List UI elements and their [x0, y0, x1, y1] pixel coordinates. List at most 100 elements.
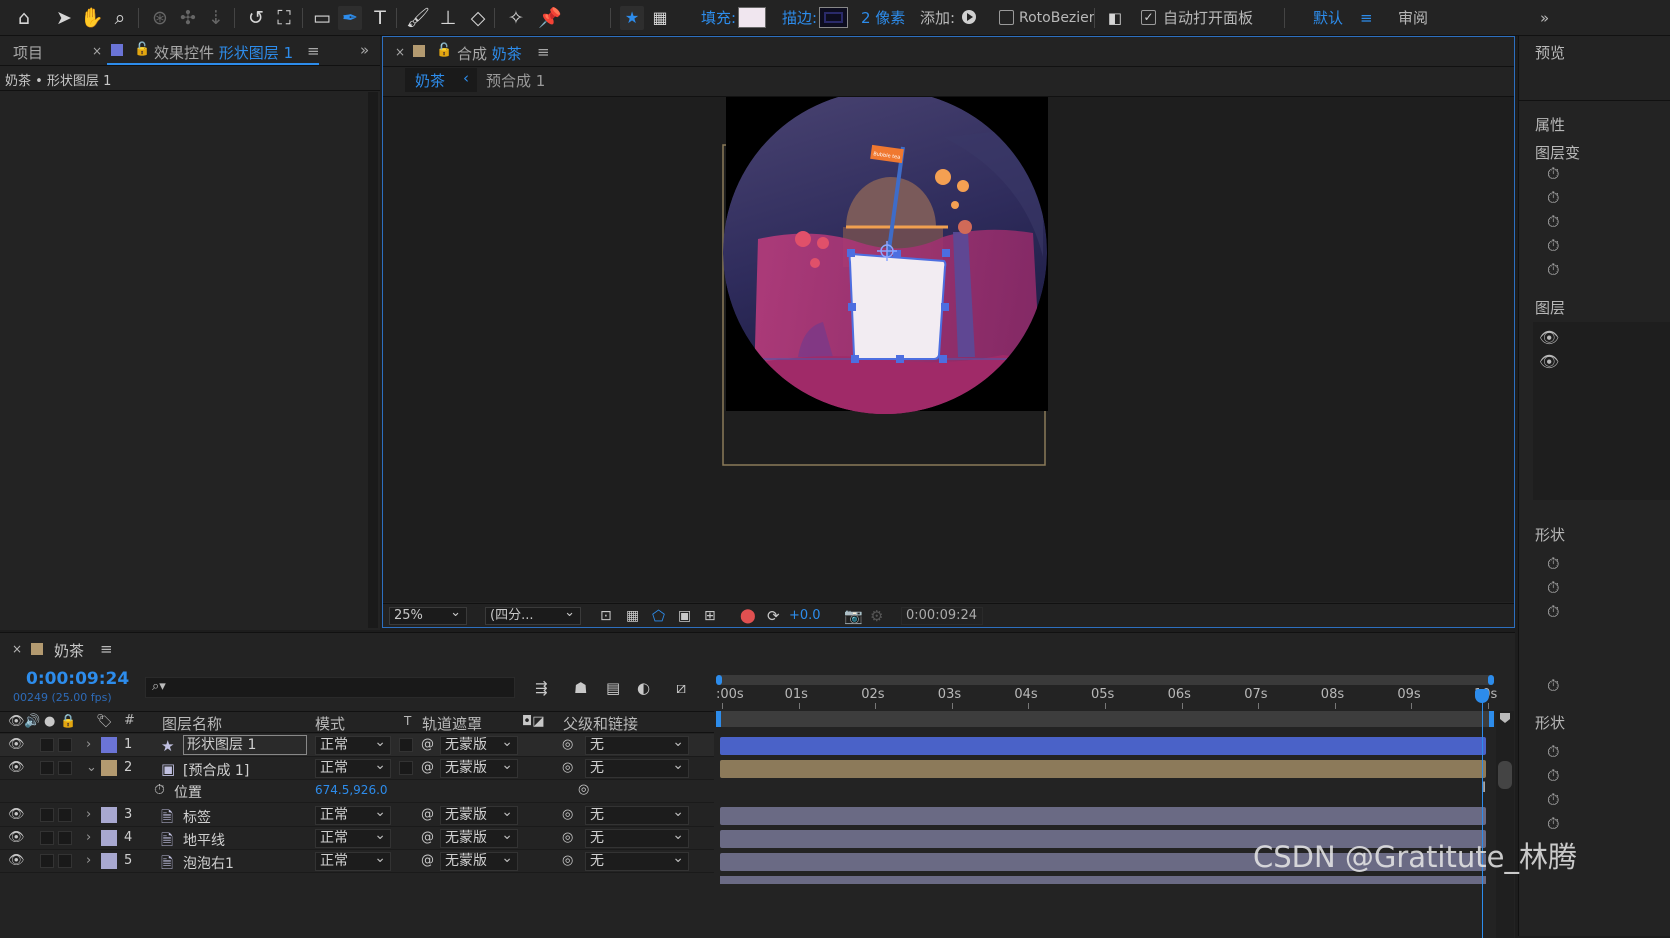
roto-brush-tool-icon[interactable]: ✧	[504, 6, 528, 30]
dolly-camera-icon[interactable]: ⇣	[204, 6, 228, 30]
stopwatch-icon[interactable]: ⏱	[1547, 602, 1559, 622]
show-snapshot-icon[interactable]: ⚙	[870, 607, 883, 625]
parent-dropdown[interactable]: 无	[585, 757, 689, 778]
stopwatch-icon[interactable]: ⏱	[1547, 790, 1559, 810]
preserve-transparency-toggle[interactable]	[399, 738, 413, 752]
chevron-right-icon[interactable]: ›	[86, 830, 91, 845]
parent-pickwhip-icon[interactable]: ◎	[562, 853, 573, 868]
label-color[interactable]	[101, 830, 117, 846]
timeline-menu-icon[interactable]: ≡	[100, 640, 113, 658]
lock-toggle[interactable]	[58, 738, 72, 752]
timeline-comp-tab[interactable]: 奶茶	[54, 640, 84, 661]
solo-toggle[interactable]	[40, 808, 54, 822]
text-tool-icon[interactable]: T	[368, 6, 392, 30]
comp-viewer[interactable]: Bubble tea	[383, 97, 1514, 602]
eye-icon[interactable]: 👁	[1539, 352, 1559, 371]
layer-name[interactable]: 标签	[183, 807, 211, 827]
label-color[interactable]	[101, 807, 117, 823]
eye-icon[interactable]: 👁	[8, 830, 25, 845]
region-of-interest-icon[interactable]: ▣	[678, 608, 691, 624]
track-matte-dropdown[interactable]: 无蒙版	[440, 827, 518, 848]
solo-toggle[interactable]	[40, 738, 54, 752]
eye-icon[interactable]: 👁	[1539, 328, 1559, 347]
track-matte-dropdown[interactable]: 无蒙版	[440, 804, 518, 825]
audio-switch-icon[interactable]: 🔊	[24, 714, 40, 729]
layer-name[interactable]: 形状图层 1	[183, 735, 307, 755]
stopwatch-icon[interactable]: ⏱	[1547, 236, 1559, 256]
rotate-tool-icon[interactable]: ↺	[244, 6, 268, 30]
time-ruler[interactable]: :00s01s02s03s04s05s06s07s08s09s10s	[716, 687, 1497, 709]
layer-search-input[interactable]: ⌕▾	[145, 677, 515, 698]
workspace-review[interactable]: 审阅	[1398, 9, 1428, 27]
comp-flowchart-icon[interactable]: ⇶	[535, 679, 548, 697]
parent-pickwhip-icon[interactable]: ◎	[562, 760, 573, 775]
star-icon[interactable]: ★	[620, 6, 644, 30]
mode-dropdown[interactable]: 正常	[315, 804, 391, 825]
layer-row[interactable]: 👁›3🗎标签正常@无蒙版◎无	[0, 804, 714, 827]
selection-tool-icon[interactable]: ➤	[52, 6, 76, 30]
work-area-track[interactable]	[716, 711, 1494, 727]
parent-dropdown[interactable]: 无	[585, 827, 689, 848]
stopwatch-icon[interactable]: ⏱	[1547, 578, 1559, 598]
rectangle-tool-icon[interactable]: ▭	[310, 6, 334, 30]
home-icon[interactable]: ⌂	[12, 6, 36, 30]
eraser-tool-icon[interactable]: ◇	[466, 6, 490, 30]
video-switch-icon[interactable]: 👁	[8, 714, 25, 729]
transparency-grid-icon[interactable]: ▦	[626, 608, 639, 624]
stopwatch-icon[interactable]: ⏱	[1547, 742, 1559, 762]
lock-switch-icon[interactable]: 🔒	[60, 714, 76, 729]
eye-icon[interactable]: 👁	[8, 807, 25, 822]
layer-duration-bar[interactable]	[720, 876, 1486, 884]
stopwatch-icon[interactable]: ⏱	[1547, 766, 1559, 786]
comp-breadcrumb-current[interactable]: 奶茶 ‹	[405, 68, 477, 92]
stopwatch-icon[interactable]: ⏱	[1547, 814, 1559, 834]
panel-menu-icon[interactable]: ≡	[307, 42, 320, 60]
auto-open-checkbox[interactable]: ✓	[1141, 10, 1156, 25]
fill-swatch[interactable]	[738, 7, 766, 28]
parent-pickwhip-icon[interactable]: ◎	[562, 830, 573, 845]
preview-panel-title[interactable]: 预览	[1535, 42, 1565, 63]
shy-layers-icon[interactable]: ☗	[574, 679, 587, 697]
mode-dropdown[interactable]: 正常	[315, 734, 391, 755]
layer-row[interactable]: 👁 ⌄ 2 ▣ [预合成 1] 正常 @ 无蒙版 ◎ 无	[0, 757, 714, 780]
panel-overflow-icon[interactable]: »	[360, 41, 369, 59]
frame-blending-icon[interactable]: ▤	[606, 679, 620, 697]
lock-toggle[interactable]	[58, 808, 72, 822]
close-icon[interactable]: ×	[92, 44, 102, 58]
pen-tool-icon[interactable]: ✒	[338, 6, 362, 30]
checkerboard-icon[interactable]: ▦	[648, 6, 672, 30]
toggle-panel-icon[interactable]: ◧	[1103, 6, 1127, 30]
scrollbar[interactable]	[368, 92, 378, 628]
stroke-swatch[interactable]	[819, 7, 848, 28]
solo-toggle[interactable]	[40, 831, 54, 845]
lock-toggle[interactable]	[58, 854, 72, 868]
label-color[interactable]	[101, 760, 117, 776]
layer-row[interactable]: 👁 › 1 ★ 形状图层 1 正常 @ 无蒙版 ◎ 无	[0, 734, 714, 757]
matte-pickwhip-icon[interactable]: @	[421, 807, 434, 822]
grid-guides-icon[interactable]: ⊞	[704, 608, 716, 624]
reset-exposure-icon[interactable]: ⟳	[767, 607, 780, 625]
chevron-right-icon[interactable]: ›	[86, 807, 91, 822]
chevron-down-icon[interactable]: ⌄	[86, 760, 97, 775]
tab-composition[interactable]: 合成 奶茶	[457, 43, 522, 64]
layer-name[interactable]: 泡泡右1	[183, 853, 234, 873]
timeline-scrollbar[interactable]	[1496, 711, 1514, 938]
tab-effect-controls[interactable]: 效果控件 形状图层 1	[154, 42, 293, 63]
workspace-default[interactable]: 默认	[1313, 9, 1343, 27]
zoom-dropdown[interactable]: 25% ⌄	[389, 605, 467, 625]
matte-pickwhip-icon[interactable]: @	[421, 737, 434, 752]
parent-dropdown[interactable]: 无	[585, 734, 689, 755]
comp-menu-icon[interactable]: ≡	[537, 43, 550, 61]
zoom-tool-icon[interactable]: ⌕	[108, 6, 132, 30]
current-timecode[interactable]: 0:00:09:24	[26, 669, 129, 689]
eye-icon[interactable]: 👁	[8, 760, 25, 775]
stroke-width[interactable]: 2 像素	[861, 9, 905, 27]
layer-duration-bar[interactable]	[720, 760, 1486, 778]
snapshot-icon[interactable]: 📷	[844, 607, 863, 625]
brush-tool-icon[interactable]: 🖌	[406, 6, 430, 30]
parent-dropdown[interactable]: 无	[585, 804, 689, 825]
layer-row[interactable]	[0, 873, 714, 883]
overflow-icon[interactable]: »	[1540, 9, 1549, 27]
layer-name[interactable]: [预合成 1]	[183, 760, 249, 780]
resolution-dropdown[interactable]: (四分... ⌄	[485, 605, 581, 625]
